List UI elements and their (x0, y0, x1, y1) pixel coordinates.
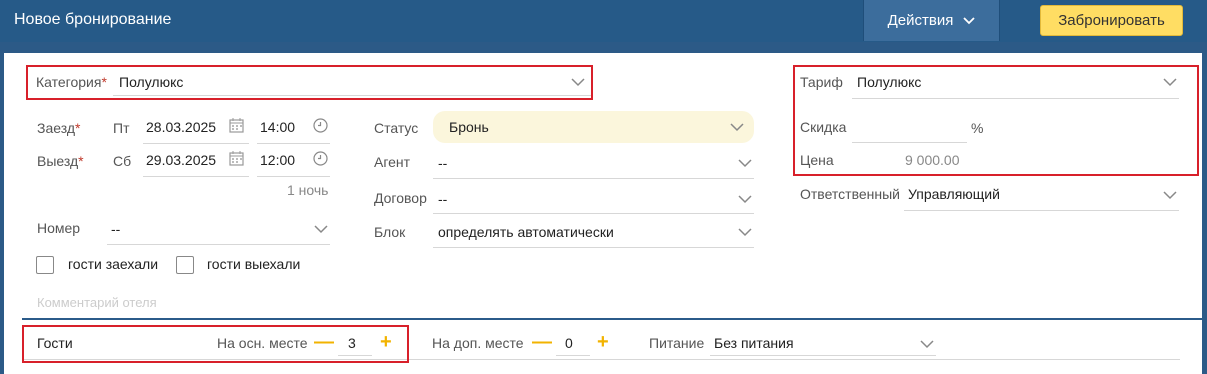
room-value: -- (111, 221, 121, 237)
calendar-icon[interactable] (229, 117, 244, 133)
guests-departed-checkbox[interactable] (176, 256, 194, 274)
main-place-value: 3 (348, 335, 356, 351)
tariff-select[interactable]: Полулюкс (852, 67, 1179, 99)
responsible-label: Ответственный (800, 186, 900, 202)
chevron-down-icon (571, 78, 585, 87)
tariff-value: Полулюкс (857, 74, 922, 90)
agent-label: Агент (374, 154, 411, 170)
checkin-time-input[interactable]: 14:00 (257, 112, 330, 144)
meals-select[interactable]: Без питания (710, 328, 936, 356)
clock-icon[interactable] (313, 118, 328, 133)
checkin-weekday: Пт (113, 120, 130, 136)
guests-arrived-label: гости заехали (68, 256, 159, 272)
status-label: Статус (374, 120, 419, 136)
actions-dropdown-button[interactable]: Действия (863, 0, 1000, 41)
checkin-date-value: 28.03.2025 (146, 119, 217, 135)
meals-value: Без питания (714, 335, 794, 351)
room-select[interactable]: -- (107, 213, 330, 245)
contract-value: -- (438, 191, 448, 207)
checkin-time-value: 14:00 (260, 119, 296, 135)
main-place-input[interactable]: 3 (338, 328, 372, 356)
chevron-down-icon (963, 16, 975, 25)
block-value: определять автоматически (438, 224, 614, 240)
category-select[interactable]: Полулюкс (113, 70, 591, 96)
book-button[interactable]: Забронировать (1040, 5, 1183, 36)
hotel-comment-input[interactable]: Комментарий отеля (37, 295, 157, 310)
checkout-time-input[interactable]: 12:00 (257, 145, 330, 177)
checkout-label: Выезд* (37, 153, 84, 169)
checkout-date-value: 29.03.2025 (146, 152, 217, 168)
extra-place-plus-button[interactable]: + (597, 332, 609, 352)
chevron-down-icon (738, 159, 752, 168)
status-value: Бронь (449, 119, 489, 135)
extra-place-label: На доп. месте (432, 335, 524, 351)
page-title: Новое бронирование (14, 11, 172, 28)
extra-place-input[interactable]: 0 (556, 328, 590, 356)
chevron-down-icon (1163, 78, 1177, 87)
chevron-down-icon (1163, 191, 1177, 200)
agent-value: -- (438, 155, 448, 171)
chevron-down-icon (738, 228, 752, 237)
section-divider (22, 318, 1202, 320)
guests-departed-label: гости выехали (207, 256, 301, 272)
status-select[interactable]: Бронь (433, 111, 754, 143)
agent-select[interactable]: -- (433, 147, 754, 179)
chevron-down-icon (314, 225, 328, 234)
clock-icon[interactable] (313, 151, 328, 166)
checkout-date-input[interactable]: 29.03.2025 (143, 145, 249, 177)
discount-input[interactable] (852, 112, 967, 143)
main-place-minus-button[interactable]: — (314, 332, 334, 352)
responsible-select[interactable]: Управляющий (904, 178, 1179, 211)
chevron-down-icon (730, 123, 744, 132)
discount-unit: % (971, 120, 984, 136)
category-label: Категория* (36, 74, 107, 90)
checkin-label: Заезд* (37, 120, 81, 136)
actions-label: Действия (887, 12, 954, 29)
room-label: Номер (37, 220, 81, 236)
main-place-plus-button[interactable]: + (380, 332, 392, 352)
tariff-label: Тариф (800, 74, 843, 90)
main-place-label: На осн. месте (217, 335, 308, 351)
price-label: Цена (800, 152, 834, 168)
block-label: Блок (374, 224, 406, 240)
guests-label: Гости (37, 335, 73, 351)
checkout-time-value: 12:00 (260, 152, 296, 168)
discount-label: Скидка (800, 119, 847, 135)
checkout-weekday: Сб (113, 153, 132, 169)
nights-count: 1 ночь (287, 182, 329, 198)
extra-place-value: 0 (565, 335, 573, 351)
responsible-value: Управляющий (908, 186, 1000, 202)
guests-arrived-checkbox[interactable] (36, 256, 54, 274)
checkin-date-input[interactable]: 28.03.2025 (143, 112, 249, 144)
contract-label: Договор (374, 190, 427, 206)
calendar-icon[interactable] (229, 150, 244, 166)
chevron-down-icon (738, 195, 752, 204)
meals-label: Питание (649, 335, 705, 351)
header-bar (0, 0, 1207, 42)
price-value: 9 000.00 (905, 152, 960, 168)
block-select[interactable]: определять автоматически (433, 216, 754, 248)
category-value: Полулюкс (119, 74, 184, 90)
chevron-down-icon (920, 340, 934, 349)
extra-place-minus-button[interactable]: — (532, 332, 552, 352)
contract-select[interactable]: -- (433, 182, 754, 214)
